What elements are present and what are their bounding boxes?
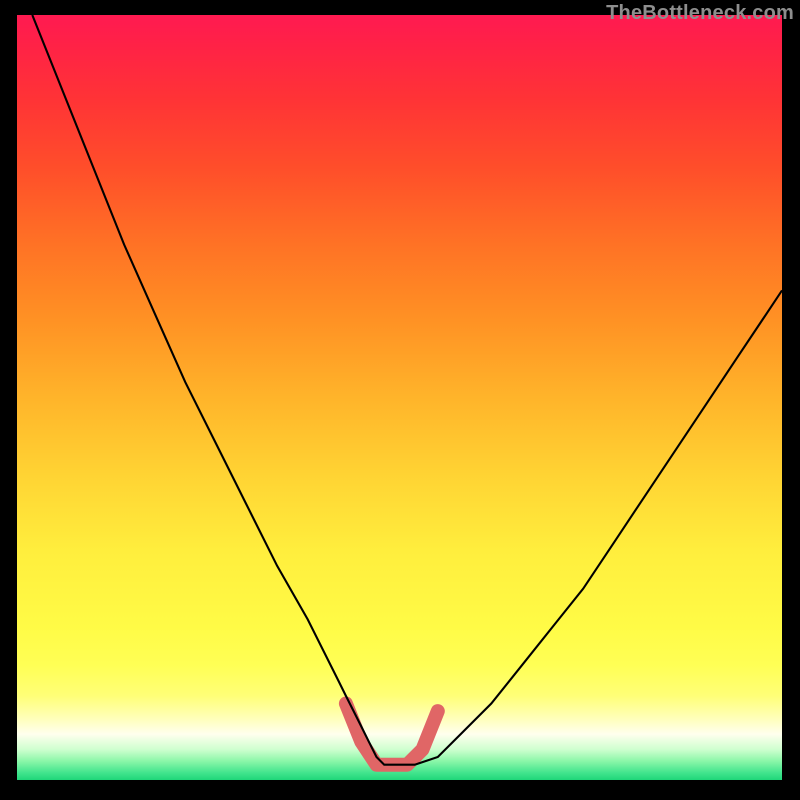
- plot-area: [17, 15, 782, 780]
- chart-frame: TheBottleneck.com: [0, 0, 800, 800]
- chart-svg: [17, 15, 782, 780]
- bottleneck-curve: [32, 15, 782, 765]
- watermark-text: TheBottleneck.com: [606, 2, 794, 25]
- bottleneck-highlight: [346, 704, 438, 765]
